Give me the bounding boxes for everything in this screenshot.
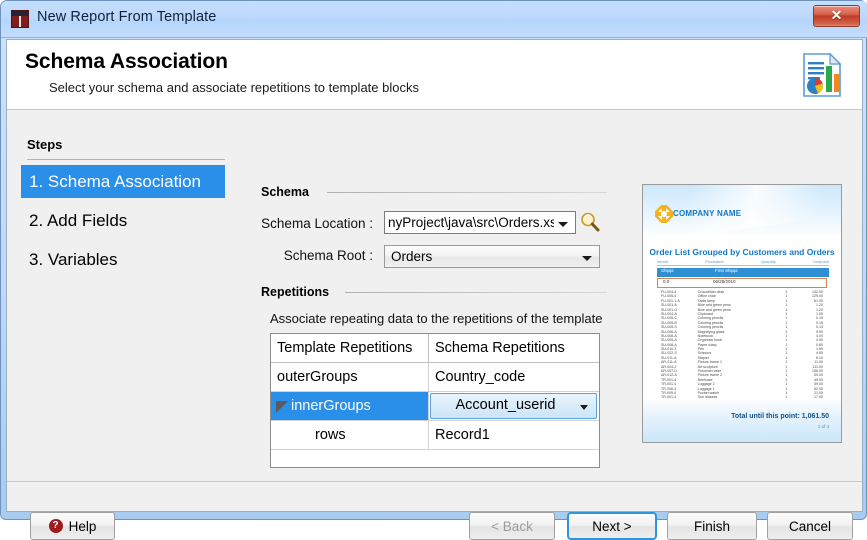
preview-col-4: Unitprice — [813, 259, 829, 264]
schema-location-combo[interactable]: nyProject\java\src\Orders.xsd — [384, 211, 576, 234]
schema-repetition-value: Account_userid — [431, 397, 580, 413]
preview-col-3: Quantity — [761, 259, 776, 264]
preview-highlighted-subrow: 0.0 06/28/2010 — [657, 278, 827, 288]
cell-template-repetition: outerGroups — [271, 363, 429, 391]
preview-subrow-value-1: 0.0 — [663, 279, 713, 287]
question-mark-icon: ? — [49, 519, 63, 533]
back-button-label: < Back — [491, 519, 533, 534]
next-button-label: Next > — [592, 519, 631, 534]
schema-repetition-editor-combo[interactable]: Account_userid — [430, 393, 597, 419]
chevron-down-icon — [580, 405, 588, 410]
cell-template-repetition: rows — [271, 421, 429, 449]
repetitions-group-legend: Repetitions — [261, 285, 334, 299]
preview-col-1: Itemid — [657, 259, 668, 264]
preview-footer-band — [643, 398, 841, 442]
schema-root-combo[interactable]: Orders — [384, 245, 600, 268]
sidebar-item-schema-association[interactable]: 1. Schema Association — [21, 165, 225, 198]
window-title: New Report From Template — [37, 9, 216, 25]
preview-band-label-1: Shippi — [661, 268, 715, 277]
chevron-down-icon — [558, 222, 568, 227]
page-subtitle: Select your schema and associate repetit… — [49, 80, 419, 95]
report-chart-document-icon — [800, 52, 844, 98]
repetitions-table: Template Repetitions Schema Repetitions … — [270, 333, 600, 468]
schema-location-value: nyProject\java\src\Orders.xsd — [388, 215, 554, 230]
preview-col-2: Prodname — [705, 259, 723, 264]
footer-divider — [7, 481, 862, 482]
magnifier-icon[interactable] — [579, 211, 601, 233]
schema-group-divider — [327, 192, 607, 193]
preview-band-label-2: First Shippi — [715, 268, 738, 277]
tree-expander-icon[interactable] — [276, 401, 288, 413]
cancel-button[interactable]: Cancel — [767, 512, 853, 540]
dialog-client-area: Schema Association Select your schema an… — [6, 39, 863, 512]
preview-group-band: Shippi First Shippi — [657, 268, 829, 277]
sidebar-item-variables[interactable]: 3. Variables — [21, 243, 225, 276]
preview-page-number: 1 of 4 — [818, 424, 829, 429]
table-report-icon — [11, 10, 29, 28]
preview-grand-total: Total until this point: 1,061.50 — [731, 413, 829, 420]
repetitions-description: Associate repeating data to the repetiti… — [270, 311, 602, 326]
schema-root-label: Schema Root : — [237, 248, 373, 263]
column-header-schema-repetitions: Schema Repetitions — [429, 334, 599, 362]
table-row[interactable]: innerGroups Account_userid — [271, 392, 599, 421]
schema-location-label: Schema Location : — [237, 216, 373, 231]
table-row[interactable]: outerGroups Country_code — [271, 363, 599, 392]
table-header-row: Template Repetitions Schema Repetitions — [271, 334, 599, 363]
steps-divider — [27, 159, 225, 160]
next-button[interactable]: Next > — [567, 512, 657, 540]
column-header-template-repetitions: Template Repetitions — [271, 334, 429, 362]
close-button[interactable]: ✕ — [813, 5, 860, 27]
preview-company-name: COMPANY NAME — [673, 209, 741, 218]
dialog-window: New Report From Template ✕ Schema Associ… — [0, 0, 867, 520]
preview-subrow-value-2: 06/28/2010 — [713, 279, 736, 287]
repetitions-group-divider — [345, 292, 607, 293]
preview-report-title: Order List Grouped by Customers and Orde… — [643, 247, 841, 257]
steps-heading: Steps — [27, 137, 62, 152]
chevron-down-icon — [582, 256, 592, 261]
back-button[interactable]: < Back — [469, 512, 555, 540]
close-icon: ✕ — [814, 7, 859, 24]
preview-company-logo-icon — [655, 205, 673, 223]
preview-column-headers: Itemid Prodname Quantity Unitprice — [657, 259, 829, 266]
schema-root-value: Orders — [391, 249, 432, 264]
sidebar-item-label: 2. Add Fields — [29, 211, 127, 231]
cell-schema-repetition[interactable]: Country_code — [429, 363, 599, 391]
sidebar-item-add-fields[interactable]: 2. Add Fields — [21, 204, 225, 237]
finish-button-label: Finish — [694, 519, 730, 534]
page-title: Schema Association — [25, 50, 228, 74]
schema-group-legend: Schema — [261, 185, 314, 199]
preview-grand-total-value: 1,061.50 — [802, 413, 829, 420]
sidebar-item-label: 1. Schema Association — [29, 172, 201, 192]
help-button[interactable]: ? Help — [30, 512, 115, 540]
preview-grand-total-label: Total until this point: — [731, 413, 800, 420]
title-bar: New Report From Template ✕ — [1, 1, 867, 38]
cell-schema-repetition[interactable]: Record1 — [429, 421, 599, 449]
finish-button[interactable]: Finish — [667, 512, 757, 540]
cancel-button-label: Cancel — [789, 519, 831, 534]
sidebar-item-label: 3. Variables — [29, 250, 118, 270]
page-header: Schema Association Select your schema an… — [7, 40, 862, 110]
template-preview-thumbnail[interactable]: COMPANY NAME Order List Grouped by Custo… — [642, 184, 842, 443]
table-row[interactable]: rows Record1 — [271, 421, 599, 450]
cell-template-repetition: innerGroups — [271, 392, 429, 420]
help-button-label: Help — [69, 519, 97, 534]
